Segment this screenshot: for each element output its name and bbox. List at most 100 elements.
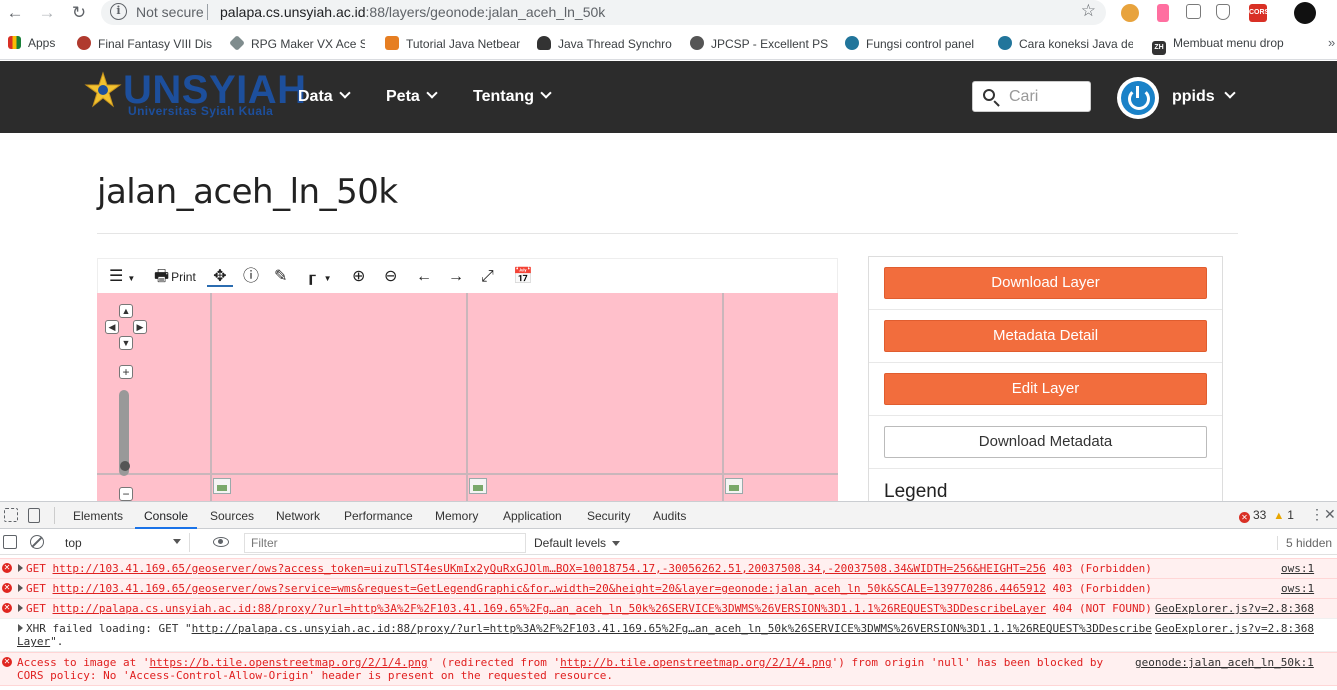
expand-arrow-icon[interactable] (18, 564, 23, 572)
extension-dog-icon[interactable] (1121, 4, 1139, 22)
nav-tentang[interactable]: Tentang (473, 87, 552, 106)
live-expression-eye-icon[interactable] (213, 537, 229, 547)
back-arrow-icon[interactable]: ← (4, 2, 26, 24)
issue-counter[interactable]: ✕ 33 ▲ 1 (1239, 508, 1294, 523)
nav-peta[interactable]: Peta (386, 87, 438, 106)
bookmark-item[interactable]: Cara koneksi Java de (998, 36, 1133, 51)
tab-audits[interactable]: Audits (653, 509, 686, 523)
pan-down-icon[interactable]: ▼ (119, 336, 133, 350)
pan-up-icon[interactable]: ▲ (119, 304, 133, 318)
tab-security[interactable]: Security (587, 509, 630, 523)
tab-elements[interactable]: Elements (73, 509, 123, 523)
zoom-in-icon[interactable]: ⊕ (352, 267, 365, 287)
more-bookmarks-icon[interactable]: » (1328, 35, 1335, 50)
bookmark-item[interactable]: ZH Membuat menu drop (1152, 36, 1292, 55)
expand-arrow-icon[interactable] (18, 604, 23, 612)
extension-window-icon[interactable] (1186, 4, 1201, 19)
console-message[interactable]: ✕ GET http://palapa.cs.unsyiah.ac.id:88/… (0, 598, 1337, 619)
unsyiah-logo[interactable]: UNSYIAH Universitas Syiah Kuala (83, 68, 306, 123)
inspect-element-icon[interactable] (4, 508, 18, 522)
source-link[interactable]: ows:1 (1281, 562, 1314, 575)
extension-shield-icon[interactable] (1216, 4, 1230, 20)
search-input[interactable] (1009, 88, 1087, 106)
expand-arrow-icon[interactable] (18, 584, 23, 592)
pan-icon[interactable]: ✥ (207, 267, 233, 287)
tab-network[interactable]: Network (276, 509, 320, 523)
request-url-link-cont[interactable]: Layer (17, 635, 50, 648)
brush-icon[interactable]: ✎ (274, 267, 287, 287)
bookmark-label: Java Thread Synchron (558, 37, 672, 51)
tab-sources[interactable]: Sources (210, 509, 254, 523)
show-sidebar-icon[interactable] (3, 535, 17, 549)
tab-memory[interactable]: Memory (435, 509, 478, 523)
context-select[interactable]: top (58, 533, 190, 552)
print-button[interactable]: 🖶 Print (154, 267, 196, 287)
hidden-count: 5 hidden (1277, 536, 1332, 550)
console-message[interactable]: ✕ GET http://103.41.169.65/geoserver/ows… (0, 558, 1337, 579)
tab-application[interactable]: Application (503, 509, 562, 523)
console-message[interactable]: XHR failed loading: GET "http://palapa.c… (0, 618, 1337, 652)
info-icon[interactable]: ⓘ (243, 267, 259, 287)
tab-console[interactable]: Console (135, 502, 198, 529)
bookmark-item[interactable]: JPCSP - Excellent PSP (690, 36, 828, 51)
console-filter-input[interactable] (244, 533, 526, 553)
bookmark-item[interactable]: Java Thread Synchron (537, 36, 672, 51)
metadata-detail-button[interactable]: Metadata Detail (884, 320, 1207, 352)
bookmark-star-icon[interactable]: ☆ (1081, 1, 1096, 21)
bookmark-item[interactable]: Tutorial Java Netbean (385, 36, 520, 51)
pan-left-icon[interactable]: ◀ (105, 320, 119, 334)
zoom-plus-icon[interactable]: + (119, 365, 133, 379)
clear-console-icon[interactable] (30, 535, 44, 549)
full-extent-icon[interactable]: ⤢ (481, 267, 494, 287)
request-url-link[interactable]: http://103.41.169.65/geoserver/ows?acces… (53, 562, 1046, 575)
layers-menu-icon[interactable]: ☰ ▼ (109, 267, 135, 287)
nav-data[interactable]: Data (298, 87, 351, 106)
more-options-icon[interactable]: ⋮ (1310, 506, 1324, 523)
pan-right-icon[interactable]: ▶ (133, 320, 147, 334)
device-toolbar-icon[interactable] (28, 508, 40, 523)
forward-arrow-icon[interactable]: → (36, 2, 58, 24)
bookmark-item[interactable]: Final Fantasy VIII Disc (77, 36, 212, 51)
legend-title: Legend (884, 481, 948, 502)
info-icon[interactable]: i (110, 3, 127, 20)
extension-pin-icon[interactable] (1157, 4, 1169, 22)
address-bar[interactable]: i Not secure palapa.cs.unsyiah.ac.id:88/… (101, 0, 1106, 25)
source-link[interactable]: GeoExplorer.js?v=2.8:368 (1155, 622, 1314, 635)
user-avatar[interactable] (1117, 77, 1159, 119)
source-link[interactable]: GeoExplorer.js?v=2.8:368 (1155, 602, 1314, 615)
redirect-url-link[interactable]: http://b.tile.openstreetmap.org/2/1/4.pn… (560, 656, 832, 669)
extension-cors-icon[interactable]: CORS (1249, 4, 1269, 22)
reload-icon[interactable]: ↻ (68, 2, 90, 24)
console-message[interactable]: ✕ GET http://103.41.169.65/geoserver/ows… (0, 578, 1337, 599)
measure-icon[interactable]: ┎ ▼ (306, 267, 332, 287)
next-extent-icon[interactable]: → (448, 267, 464, 287)
chevron-down-icon[interactable] (1224, 87, 1236, 99)
profile-avatar-icon[interactable] (1294, 2, 1316, 24)
url-text[interactable]: palapa.cs.unsyiah.ac.id:88/layers/geonod… (220, 4, 605, 20)
image-url-link[interactable]: https://b.tile.openstreetmap.org/2/1/4.p… (149, 656, 427, 669)
previous-extent-icon[interactable]: ← (416, 267, 432, 287)
map-viewport[interactable]: ▲ ◀ ▶ ▼ + − (97, 293, 838, 501)
request-url-link[interactable]: http://palapa.cs.unsyiah.ac.id:88/proxy/… (192, 622, 1152, 635)
bookmark-apps[interactable]: Apps (8, 36, 55, 50)
request-url-link[interactable]: http://103.41.169.65/geoserver/ows?servi… (53, 582, 1046, 595)
download-metadata-button[interactable]: Download Metadata (884, 426, 1207, 458)
zoom-out-icon[interactable]: ⊖ (384, 267, 397, 287)
request-url-link[interactable]: http://palapa.cs.unsyiah.ac.id:88/proxy/… (53, 602, 1046, 615)
zoom-slider-handle[interactable] (120, 461, 130, 471)
calendar-icon[interactable]: 📅 (513, 267, 533, 287)
close-icon[interactable]: ✕ (1324, 506, 1336, 523)
expand-arrow-icon[interactable] (18, 624, 23, 632)
source-link[interactable]: geonode:jalan_aceh_ln_50k:1 (1135, 656, 1314, 669)
zoom-minus-icon[interactable]: − (119, 487, 133, 501)
download-layer-button[interactable]: Download Layer (884, 267, 1207, 299)
edit-layer-button[interactable]: Edit Layer (884, 373, 1207, 405)
log-levels-select[interactable]: Default levels (534, 536, 621, 550)
tab-performance[interactable]: Performance (344, 509, 413, 523)
rpgmaker-icon (230, 36, 245, 51)
source-link[interactable]: ows:1 (1281, 582, 1314, 595)
console-message[interactable]: ✕ Access to image at 'https://b.tile.ope… (0, 652, 1337, 686)
bookmark-item[interactable]: Fungsi control panel (845, 36, 980, 51)
user-menu[interactable]: ppids (1172, 88, 1215, 106)
bookmark-item[interactable]: RPG Maker VX Ace S (230, 36, 365, 51)
